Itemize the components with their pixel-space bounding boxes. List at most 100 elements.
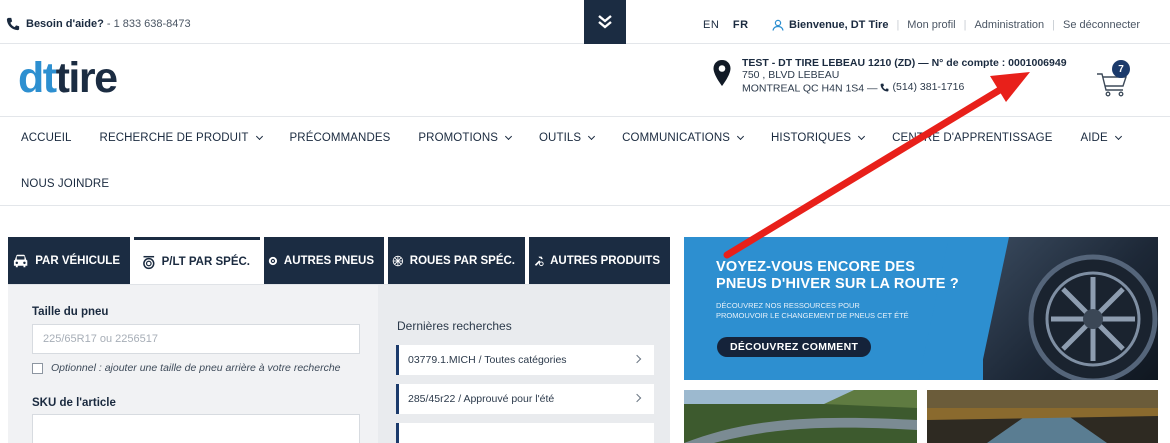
- recent-search-item[interactable]: [396, 423, 654, 443]
- account-name-number: TEST - DT TIRE LEBEAU 1210 (ZD) — N° de …: [742, 57, 1067, 69]
- chevron-down-icon: [504, 132, 513, 141]
- location-pin-icon: [713, 60, 731, 86]
- rear-size-label: Optionnel : ajouter une taille de pneu a…: [51, 362, 341, 374]
- tire-icon: [143, 255, 155, 270]
- nav-item-label: AIDE: [1080, 132, 1108, 144]
- welcome-text: Bienvenue, DT Tire: [789, 19, 889, 31]
- phone-icon: [6, 17, 20, 31]
- chevron-down-icon: [736, 132, 745, 141]
- collapse-header-button[interactable]: [584, 0, 626, 44]
- chevron-down-icon: [255, 132, 263, 141]
- account-address-city: MONTREAL QC H4N 1S4 —: [742, 82, 881, 95]
- promo-banner[interactable]: VOYEZ-VOUS ENCORE DES PNEUS D'HIVER SUR …: [684, 237, 1158, 380]
- user-nav: Bienvenue, DT Tire | Mon profil | Admini…: [772, 19, 1140, 31]
- banner-subtitle: DÉCOUVREZ NOS RESSOURCES POUR PROMOUVOIR…: [716, 301, 909, 321]
- double-chevron-down-icon: [598, 15, 612, 29]
- tab-label: ROUES PAR SPÉC.: [409, 254, 515, 267]
- recent-search-label: 285/45r22 / Approuvé pour l'été: [408, 393, 555, 405]
- nav-item[interactable]: ACCUEIL: [21, 132, 72, 144]
- nav-item-label: PROMOTIONS: [418, 132, 498, 144]
- tab-other-tires[interactable]: AUTRES PNEUS: [264, 237, 384, 284]
- chevron-right-icon: [632, 393, 642, 403]
- banner-subtitle-line: PROMOUVOIR LE CHANGEMENT DE PNEUS CET ÉT…: [716, 311, 909, 320]
- car-wheel-image: [1028, 254, 1158, 380]
- divider: |: [1052, 19, 1056, 31]
- lang-fr-link[interactable]: FR: [733, 19, 749, 31]
- account-address-street: 750 , BLVD LEBEAU: [742, 69, 840, 81]
- tab-label: PAR VÉHICULE: [35, 254, 120, 267]
- promo-thumbnail[interactable]: [684, 390, 917, 443]
- banner-car-image: [983, 237, 1158, 380]
- account-info: TEST - DT TIRE LEBEAU 1210 (ZD) — N° de …: [712, 57, 1067, 95]
- tab-label: AUTRES PRODUITS: [550, 254, 660, 267]
- divider: |: [963, 19, 967, 31]
- logout-link[interactable]: Se déconnecter: [1063, 19, 1140, 31]
- divider: |: [896, 19, 900, 31]
- help-label: Besoin d'aide?: [26, 18, 104, 30]
- road-image: [927, 390, 1158, 443]
- nav-item-label: OUTILS: [539, 132, 582, 144]
- search-tabs: PAR VÉHICULE P/LT PAR SPÉC. AUTRES PNEUS…: [8, 237, 674, 284]
- nav-item[interactable]: OUTILS: [539, 132, 596, 144]
- nav-item[interactable]: HISTORIQUES: [771, 132, 866, 144]
- banner-title-line: VOYEZ-VOUS ENCORE DES: [716, 259, 916, 275]
- nav-item[interactable]: PRÉCOMMANDES: [290, 132, 391, 144]
- tire-icon: [268, 256, 278, 265]
- nav-item[interactable]: CENTRE D'APPRENTISSAGE: [892, 132, 1052, 144]
- nav-item[interactable]: RECHERCHE DE PRODUIT: [99, 132, 263, 144]
- recent-searches-panel: Dernières recherches 03779.1.MICH / Tout…: [378, 284, 670, 443]
- nav-item[interactable]: AIDE: [1080, 132, 1122, 144]
- banner-title: VOYEZ-VOUS ENCORE DES PNEUS D'HIVER SUR …: [716, 259, 959, 293]
- language-switcher: EN FR: [703, 19, 759, 31]
- nav-item[interactable]: COMMUNICATIONS: [622, 132, 745, 144]
- tab-by-vehicle[interactable]: PAR VÉHICULE: [8, 237, 130, 284]
- nav-item[interactable]: PROMOTIONS: [418, 132, 513, 144]
- nav-item-label: HISTORIQUES: [771, 132, 852, 144]
- tire-size-input[interactable]: 225/65R17 ou 2256517: [32, 324, 360, 354]
- main-nav: ACCUEIL RECHERCHE DE PRODUIT PRÉCOMMANDES P…: [0, 116, 1170, 206]
- help-phone[interactable]: - 1 833 638-8473: [104, 18, 191, 30]
- recent-search-item[interactable]: 285/45r22 / Approuvé pour l'été: [396, 384, 654, 414]
- tab-plt-by-spec[interactable]: P/LT PAR SPÉC.: [134, 237, 260, 284]
- sku-input[interactable]: [32, 414, 360, 443]
- dttire-logo[interactable]: dttire: [18, 54, 118, 102]
- lang-en-link[interactable]: EN: [703, 19, 719, 31]
- nav-item-label: CENTRE D'APPRENTISSAGE: [892, 132, 1053, 144]
- nav-item-label: COMMUNICATIONS: [622, 132, 731, 144]
- road-image: [684, 390, 917, 443]
- tire-size-form: Taille du pneu 225/65R17 ou 2256517 Opti…: [8, 284, 378, 443]
- logo-tire: tire: [55, 54, 118, 102]
- nav-item-contact[interactable]: NOUS JOINDRE: [21, 178, 109, 190]
- chevron-down-icon: [588, 132, 596, 141]
- nav-item-label: RECHERCHE DE PRODUIT: [99, 132, 249, 144]
- promo-thumbnail[interactable]: [927, 390, 1158, 443]
- sku-label: SKU de l'article: [32, 397, 116, 409]
- profile-link[interactable]: Mon profil: [907, 19, 955, 31]
- phone-icon: [881, 83, 889, 91]
- nav-item-label: PRÉCOMMANDES: [289, 132, 391, 144]
- tab-other-products[interactable]: AUTRES PRODUITS: [529, 237, 670, 284]
- tab-label: AUTRES PNEUS: [283, 254, 374, 267]
- chevron-right-icon: [632, 354, 642, 364]
- car-icon: [13, 254, 28, 267]
- discover-button[interactable]: DÉCOUVREZ COMMENT: [717, 337, 872, 357]
- admin-link[interactable]: Administration: [974, 19, 1044, 31]
- welcome-user: Bienvenue, DT Tire: [772, 19, 888, 31]
- user-icon: [772, 19, 784, 31]
- account-phone: (514) 381-1716: [892, 81, 965, 93]
- rear-size-checkbox[interactable]: [32, 362, 43, 374]
- recent-searches-title: Dernières recherches: [397, 319, 512, 333]
- help-contact: Besoin d'aide? - 1 833 638-8473: [6, 17, 191, 31]
- rear-size-option[interactable]: Optionnel : ajouter une taille de pneu a…: [32, 362, 341, 374]
- wheel-icon: [392, 255, 404, 266]
- cart-count-badge[interactable]: 7: [1112, 60, 1130, 78]
- recent-search-label: 03779.1.MICH / Toutes catégories: [408, 354, 567, 366]
- main-nav-row: ACCUEIL RECHERCHE DE PRODUIT PRÉCOMMANDES P…: [21, 132, 1149, 144]
- tire-size-label: Taille du pneu: [32, 306, 109, 318]
- banner-subtitle-line: DÉCOUVREZ NOS RESSOURCES POUR: [716, 301, 860, 310]
- recent-search-item[interactable]: 03779.1.MICH / Toutes catégories: [396, 345, 654, 375]
- banner-title-line: PNEUS D'HIVER SUR LA ROUTE ?: [716, 276, 959, 292]
- tab-wheels-by-spec[interactable]: ROUES PAR SPÉC.: [388, 237, 525, 284]
- main-nav-row-2: NOUS JOINDRE: [21, 178, 137, 190]
- logo-dt: dt: [18, 54, 57, 102]
